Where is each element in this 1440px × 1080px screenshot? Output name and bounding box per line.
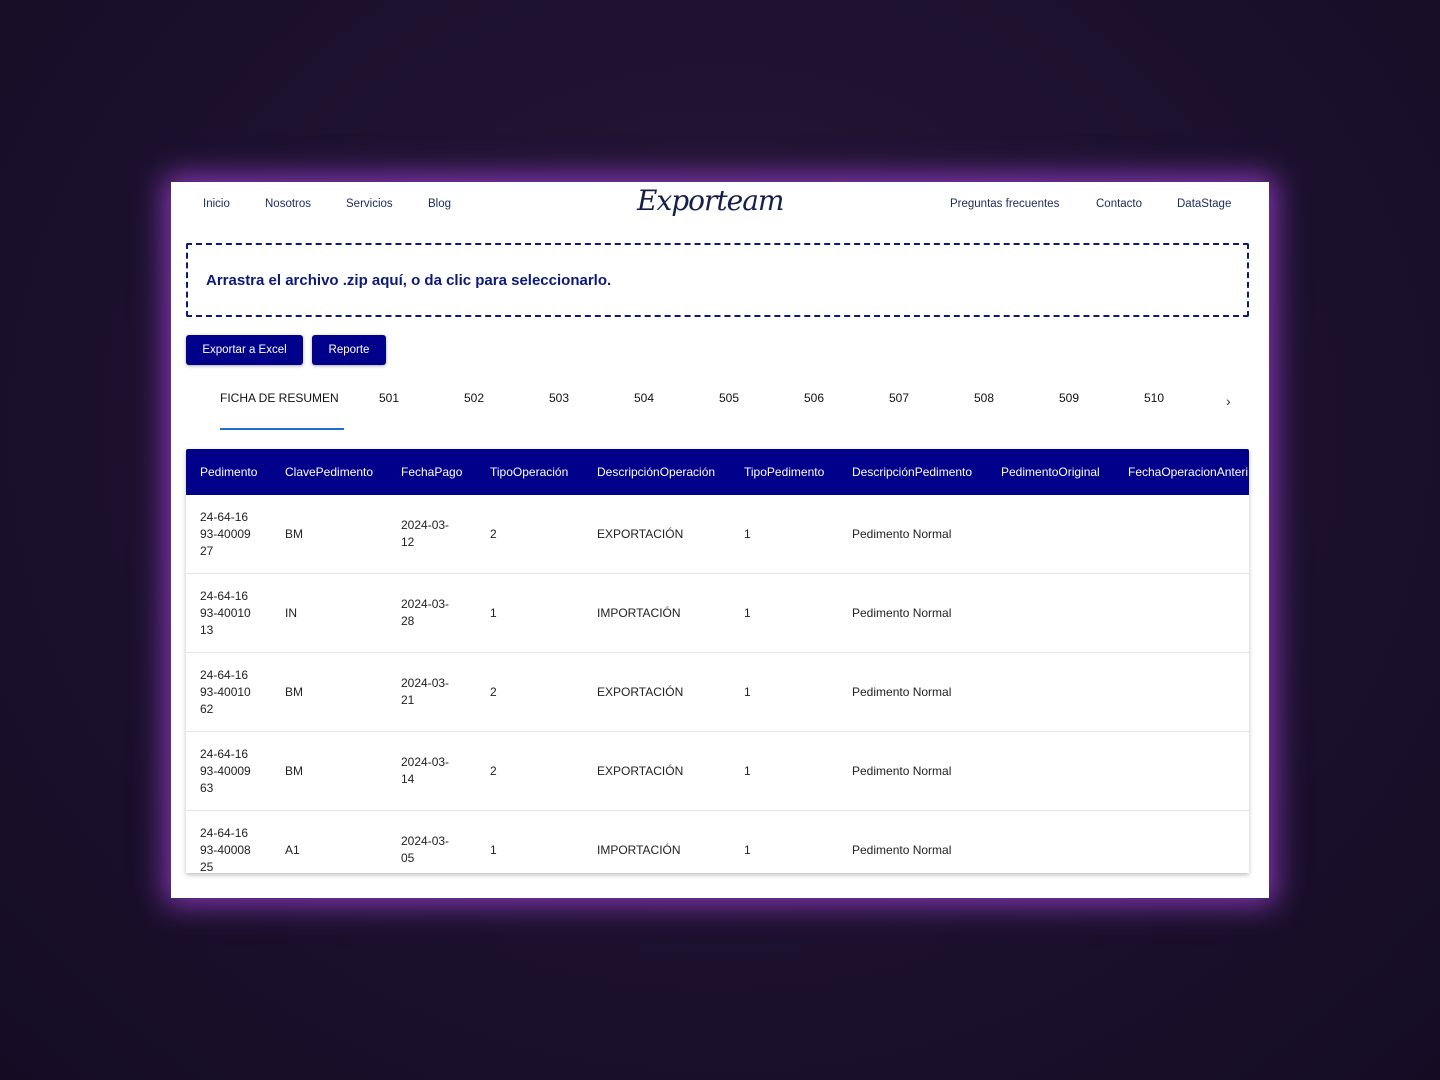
- column-header-descripcion-pedimento[interactable]: DescripciónPedimento: [852, 465, 972, 479]
- cell-clave-pedimento: BM: [285, 764, 303, 778]
- nav-link-blog[interactable]: Blog: [428, 198, 451, 210]
- cell-fecha-pago: 2024-03-14: [401, 755, 450, 786]
- tab-504[interactable]: 504: [634, 391, 654, 405]
- cell-pedimento: 24-64-1693-4001013: [200, 589, 251, 637]
- table-row[interactable]: 24-64-1693-4000963 BM 2024-03-14 2 EXPOR…: [186, 732, 1249, 811]
- tab-ficha-de-resumen[interactable]: FICHA DE RESUMEN: [220, 391, 339, 405]
- table-row[interactable]: 24-64-1693-4000927 BM 2024-03-12 2 EXPOR…: [186, 495, 1249, 574]
- chevron-right-icon[interactable]: ›: [1226, 393, 1231, 409]
- cell-descripcion-pedimento: Pedimento Normal: [852, 606, 952, 620]
- cell-fecha-pago: 2024-03-28: [401, 597, 450, 628]
- tab-510[interactable]: 510: [1144, 391, 1164, 405]
- active-tab-indicator: [220, 428, 344, 430]
- cell-fecha-pago: 2024-03-21: [401, 676, 450, 707]
- column-header-clave-pedimento[interactable]: ClavePedimento: [285, 465, 373, 479]
- cell-descripcion-operacion: EXPORTACIÓN: [597, 764, 684, 778]
- table-row[interactable]: 24-64-1693-4001062 BM 2024-03-21 2 EXPOR…: [186, 653, 1249, 732]
- table-header: Pedimento ClavePedimento FechaPago TipoO…: [186, 449, 1249, 495]
- nav-link-servicios[interactable]: Servicios: [346, 198, 393, 210]
- tab-502[interactable]: 502: [464, 391, 484, 405]
- app-window: Inicio Nosotros Servicios Blog Exporteam…: [171, 182, 1269, 898]
- cell-fecha-pago: 2024-03-05: [401, 834, 450, 865]
- export-excel-button[interactable]: Exportar a Excel: [186, 335, 303, 365]
- cell-tipo-operacion: 2: [490, 764, 497, 778]
- cell-tipo-operacion: 2: [490, 685, 497, 699]
- nav-link-nosotros[interactable]: Nosotros: [265, 198, 311, 210]
- file-dropzone[interactable]: Arrastra el archivo .zip aquí, o da clic…: [186, 243, 1249, 317]
- cell-descripcion-pedimento: Pedimento Normal: [852, 685, 952, 699]
- tab-507[interactable]: 507: [889, 391, 909, 405]
- cell-tipo-pedimento: 1: [744, 527, 751, 541]
- brand-logo[interactable]: Exporteam: [637, 184, 784, 220]
- column-header-pedimento[interactable]: Pedimento: [200, 465, 257, 479]
- report-button[interactable]: Reporte: [312, 335, 386, 365]
- cell-tipo-pedimento: 1: [744, 685, 751, 699]
- cell-descripcion-pedimento: Pedimento Normal: [852, 527, 952, 541]
- table-row[interactable]: 24-64-1693-4000825 A1 2024-03-05 1 IMPOR…: [186, 811, 1249, 873]
- nav-link-preguntas-frecuentes[interactable]: Preguntas frecuentes: [950, 198, 1059, 210]
- tab-bar: FICHA DE RESUMEN 501 502 503 504 505 506…: [186, 379, 1249, 433]
- cell-clave-pedimento: BM: [285, 685, 303, 699]
- tab-509[interactable]: 509: [1059, 391, 1079, 405]
- column-header-fecha-operacion-anterior[interactable]: FechaOperacionAnteri: [1128, 465, 1248, 479]
- column-header-pedimento-original[interactable]: PedimentoOriginal: [1001, 465, 1100, 479]
- cell-tipo-pedimento: 1: [744, 606, 751, 620]
- tab-501[interactable]: 501: [379, 391, 399, 405]
- cell-descripcion-operacion: EXPORTACIÓN: [597, 685, 684, 699]
- dropzone-instructions: Arrastra el archivo .zip aquí, o da clic…: [206, 272, 612, 289]
- cell-descripcion-operacion: EXPORTACIÓN: [597, 527, 684, 541]
- cell-tipo-operacion: 2: [490, 527, 497, 541]
- cell-descripcion-pedimento: Pedimento Normal: [852, 764, 952, 778]
- cell-pedimento: 24-64-1693-4001062: [200, 668, 251, 716]
- nav-link-datastage[interactable]: DataStage: [1177, 198, 1231, 210]
- tab-503[interactable]: 503: [549, 391, 569, 405]
- cell-clave-pedimento: IN: [285, 606, 297, 620]
- cell-pedimento: 24-64-1693-4000927: [200, 510, 251, 558]
- cell-pedimento: 24-64-1693-4000963: [200, 747, 251, 795]
- cell-tipo-operacion: 1: [490, 606, 497, 620]
- cell-fecha-pago: 2024-03-12: [401, 518, 450, 549]
- data-table[interactable]: Pedimento ClavePedimento FechaPago TipoO…: [186, 449, 1249, 873]
- tab-508[interactable]: 508: [974, 391, 994, 405]
- cell-tipo-pedimento: 1: [744, 764, 751, 778]
- cell-tipo-pedimento: 1: [744, 843, 751, 857]
- cell-descripcion-pedimento: Pedimento Normal: [852, 843, 952, 857]
- column-header-tipo-operacion[interactable]: TipoOperación: [490, 465, 568, 479]
- cell-clave-pedimento: A1: [285, 843, 300, 857]
- cell-pedimento: 24-64-1693-4000825: [200, 826, 251, 873]
- column-header-tipo-pedimento[interactable]: TipoPedimento: [744, 465, 824, 479]
- table-row[interactable]: 24-64-1693-4001013 IN 2024-03-28 1 IMPOR…: [186, 574, 1249, 653]
- cell-tipo-operacion: 1: [490, 843, 497, 857]
- column-header-fecha-pago[interactable]: FechaPago: [401, 465, 462, 479]
- top-navigation: Inicio Nosotros Servicios Blog Exporteam…: [171, 182, 1269, 230]
- cell-descripcion-operacion: IMPORTACIÓN: [597, 843, 681, 857]
- column-header-descripcion-operacion[interactable]: DescripciónOperación: [597, 465, 715, 479]
- nav-link-contacto[interactable]: Contacto: [1096, 198, 1142, 210]
- cell-descripcion-operacion: IMPORTACIÓN: [597, 606, 681, 620]
- tab-505[interactable]: 505: [719, 391, 739, 405]
- cell-clave-pedimento: BM: [285, 527, 303, 541]
- tab-506[interactable]: 506: [804, 391, 824, 405]
- nav-link-inicio[interactable]: Inicio: [203, 198, 230, 210]
